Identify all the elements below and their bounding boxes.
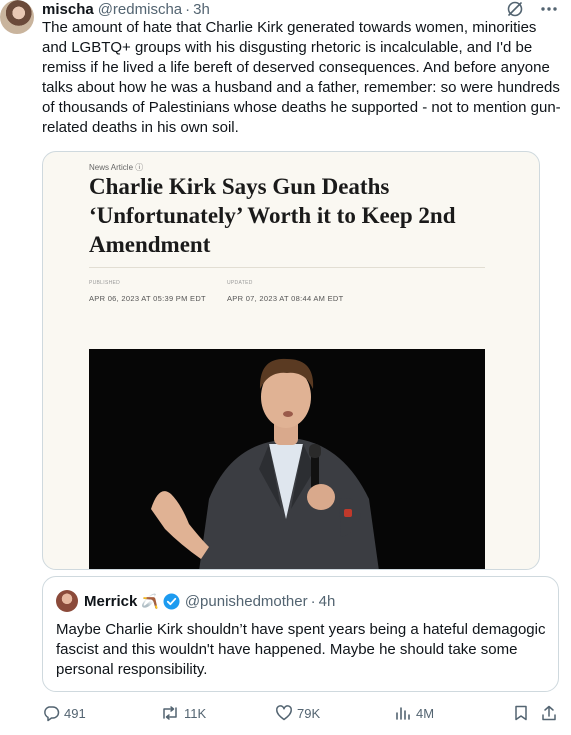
- verified-badge-icon: [163, 593, 180, 610]
- quoted-tweet[interactable]: Merrick 🪃 @punishedmother · 4h Maybe Cha…: [42, 576, 559, 692]
- news-article-card[interactable]: News Article ⓘ Charlie Kirk Says Gun Dea…: [42, 151, 540, 570]
- heart-icon: [275, 704, 293, 722]
- published-label: PUBLISHED: [89, 280, 121, 286]
- quoted-tweet-header: Merrick 🪃 @punishedmother · 4h: [84, 591, 335, 611]
- article-divider: [89, 267, 485, 268]
- tweet-time[interactable]: 3h: [193, 1, 210, 18]
- reply-icon: [42, 704, 60, 722]
- reply-button[interactable]: 491: [42, 704, 86, 722]
- reply-count: 491: [64, 705, 86, 721]
- tweet-header: mischa @redmischa · 3h: [42, 0, 210, 18]
- quoted-author-name[interactable]: Merrick: [84, 593, 137, 610]
- header-separator: ·: [185, 0, 191, 18]
- grok-icon[interactable]: [505, 0, 525, 18]
- updated-date: APR 07, 2023 AT 08:44 AM EDT: [227, 294, 344, 303]
- like-button[interactable]: 79K: [275, 704, 320, 722]
- updated-label: UPDATED: [227, 280, 253, 286]
- like-count: 79K: [297, 705, 321, 721]
- quoted-author-emoji: 🪃: [141, 592, 159, 609]
- repost-icon: [160, 704, 180, 722]
- quoted-author-handle[interactable]: @punishedmother: [185, 593, 308, 610]
- article-photo: [89, 349, 485, 569]
- repost-button[interactable]: 11K: [160, 704, 206, 722]
- quoted-author-avatar[interactable]: [56, 590, 78, 612]
- bookmark-icon: [512, 704, 530, 722]
- views-button[interactable]: 4M: [394, 704, 434, 722]
- author-name[interactable]: mischa: [42, 1, 94, 18]
- author-avatar[interactable]: [0, 0, 34, 34]
- views-count: 4M: [416, 705, 435, 721]
- more-icon[interactable]: [539, 0, 559, 18]
- quoted-tweet-time[interactable]: 4h: [319, 593, 336, 610]
- tweet-action-bar: 491 11K 79K 4M: [42, 704, 562, 726]
- bookmark-button[interactable]: [512, 704, 530, 722]
- tweet-top-icons: [505, 0, 559, 18]
- quoted-tweet-text: Maybe Charlie Kirk shouldn’t have spent …: [56, 621, 546, 678]
- views-icon: [394, 704, 412, 722]
- author-handle[interactable]: @redmischa: [98, 1, 182, 18]
- repost-count: 11K: [184, 705, 207, 721]
- tweet-text: The amount of hate that Charlie Kirk gen…: [42, 19, 561, 136]
- quoted-header-separator: ·: [310, 592, 316, 610]
- share-button[interactable]: [540, 704, 558, 722]
- published-date: APR 06, 2023 AT 05:39 PM EDT: [89, 294, 206, 303]
- share-icon: [540, 704, 558, 722]
- article-headline: Charlie Kirk Says Gun Deaths ‘Unfortunat…: [89, 174, 456, 257]
